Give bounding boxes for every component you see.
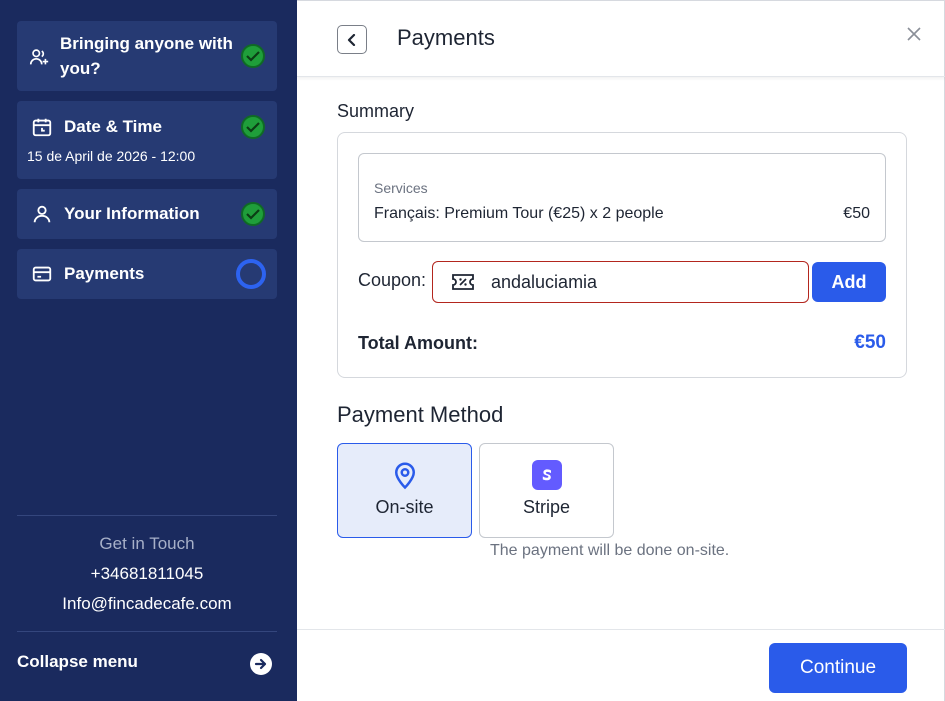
summary-card: Services Français: Premium Tour (€25) x … [337,132,907,378]
services-heading: Services [374,180,428,196]
payment-option-label: Stripe [522,497,571,517]
progress-ring-icon [236,259,266,289]
collapse-menu-label[interactable]: Collapse menu [17,652,138,672]
service-line: Français: Premium Tour (€25) x 2 people [374,205,664,222]
users-add-icon [29,49,49,65]
divider [17,515,277,516]
chevron-left-icon [347,34,356,46]
payment-option-onsite[interactable]: On-site [337,443,472,538]
step-title: Date & Time [64,117,162,136]
step-title-line2: you? [60,59,101,78]
back-button[interactable] [337,25,367,54]
payment-option-stripe[interactable]: Stripe [479,443,614,538]
contact-phone[interactable]: +34681811045 [17,564,277,584]
step-title: Payments [64,264,145,283]
contact-email[interactable]: Info@fincadecafe.com [17,594,277,614]
main-panel: Payments Summary Services Français: Prem… [297,0,945,701]
step-bringing-anyone[interactable]: Bringing anyone with you? [17,21,277,91]
check-icon [241,202,265,226]
step-date-time[interactable]: Date & Time 15 de April de 2026 - 12:00 [17,101,277,179]
step-payments[interactable]: Payments [17,249,277,299]
step-title: Bringing anyone with [60,34,233,53]
coupon-input[interactable]: andaluciamia [432,261,809,303]
footer: Continue [297,629,945,701]
service-price: €50 [843,205,870,222]
card-icon [32,266,52,282]
check-icon [241,115,265,139]
calendar-icon [32,118,52,137]
stripe-logo-icon [532,460,562,490]
coupon-value: andaluciamia [491,272,598,292]
header: Payments [297,1,945,77]
page-title: Payments [397,25,495,50]
payment-method-heading: Payment Method [337,402,504,427]
user-icon [33,205,51,223]
step-title: Your Information [64,204,200,223]
contact-heading: Get in Touch [99,534,195,553]
services-box: Services Français: Premium Tour (€25) x … [358,153,886,242]
add-coupon-button[interactable]: Add [812,262,886,302]
location-pin-icon [394,462,416,490]
total-value: €50 [854,332,886,353]
total-label: Total Amount: [358,333,478,353]
step-your-information[interactable]: Your Information [17,189,277,239]
divider [17,631,277,632]
payment-option-label: On-site [375,497,434,517]
continue-button[interactable]: Continue [769,643,907,693]
ticket-discount-icon [452,274,474,290]
close-icon[interactable] [906,26,922,42]
check-icon [241,44,265,68]
sidebar: Bringing anyone with you? Date & Time 15… [0,0,297,701]
coupon-label: Coupon: [358,270,427,290]
payment-note: The payment will be done on-site. [490,542,730,559]
step-subtitle: 15 de April de 2026 - 12:00 [27,148,196,164]
summary-heading: Summary [337,101,415,121]
arrow-right-circle-icon[interactable] [250,653,272,675]
